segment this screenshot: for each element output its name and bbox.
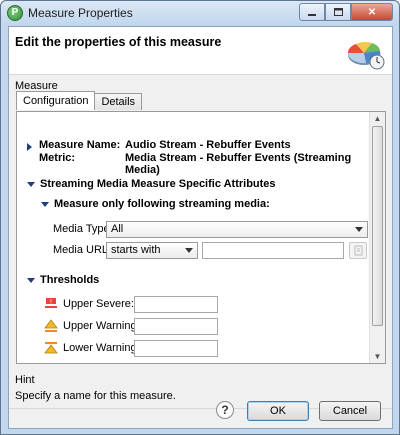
help-button[interactable]: ?: [216, 401, 234, 419]
close-icon: ✕: [367, 6, 377, 18]
expand-arrow-icon: [27, 143, 32, 151]
chevron-down-icon: [355, 227, 363, 232]
severe-icon: !: [45, 298, 57, 308]
section-thresholds-title: Thresholds: [40, 274, 100, 286]
tab-bar: Configuration Details: [16, 91, 143, 110]
scroll-up-arrow-icon[interactable]: ▲: [373, 114, 382, 123]
tab-details[interactable]: Details: [94, 93, 143, 110]
media-type-value: All: [111, 223, 124, 235]
measure-name-value: Audio Stream - Rebuffer Events: [125, 139, 291, 151]
metric-label: Metric:: [39, 152, 76, 164]
title-bar[interactable]: P Measure Properties ✕: [1, 1, 399, 25]
minimize-icon: [308, 14, 316, 16]
upper-warning-input[interactable]: [134, 318, 218, 335]
cancel-button[interactable]: Cancel: [319, 401, 381, 421]
app-icon: P: [7, 5, 23, 21]
ok-button[interactable]: OK: [247, 401, 309, 421]
scroll-content: Measure Name: Audio Stream - Rebuffer Ev…: [17, 112, 369, 363]
summary-collapse-toggle[interactable]: [27, 143, 32, 151]
measure-name-label: Measure Name:: [39, 139, 121, 151]
metric-value: Media Stream - Rebuffer Events (Streamin…: [125, 152, 352, 176]
scroll-down-arrow-icon[interactable]: ▼: [373, 352, 382, 361]
maximize-icon: [333, 8, 343, 16]
media-type-select[interactable]: All: [106, 221, 368, 238]
dialog-header: Edit the properties of this measure: [9, 27, 392, 75]
section-thresholds[interactable]: Thresholds: [27, 274, 99, 286]
configuration-panel: Measure Name: Audio Stream - Rebuffer Ev…: [16, 111, 386, 364]
warning-icon: [44, 319, 58, 332]
dialog-client-area: Edit the properties of this measure Meas…: [8, 26, 393, 429]
media-url-input[interactable]: [202, 242, 344, 259]
edit-icon: [354, 245, 363, 256]
window-controls: ✕: [299, 3, 393, 21]
collapse-arrow-icon: [27, 181, 35, 187]
upper-severe-label: Upper Severe:: [63, 298, 134, 310]
section-specific-attributes[interactable]: Streaming Media Measure Specific Attribu…: [27, 178, 276, 190]
svg-text:!: !: [50, 299, 52, 306]
collapse-arrow-icon: [27, 277, 35, 283]
maximize-button[interactable]: [325, 3, 351, 21]
header-title: Edit the properties of this measure: [15, 35, 222, 49]
media-url-operator-value: starts with: [111, 244, 161, 256]
chevron-down-icon: [185, 248, 193, 253]
media-type-label: Media Type: [53, 223, 110, 235]
dialog-window: P Measure Properties ✕ Edit the properti…: [0, 0, 400, 435]
upper-severe-input[interactable]: [134, 296, 218, 313]
section-only-following[interactable]: Measure only following streaming media:: [41, 198, 270, 210]
lower-warning-label: Lower Warning:: [63, 342, 140, 354]
section-specific-title: Streaming Media Measure Specific Attribu…: [40, 178, 276, 190]
tab-configuration[interactable]: Configuration: [16, 91, 96, 110]
measure-chart-icon: [347, 42, 385, 70]
minimize-button[interactable]: [299, 3, 325, 21]
lower-warning-icon: [44, 342, 58, 354]
section-only-following-title: Measure only following streaming media:: [54, 198, 270, 210]
upper-warning-label: Upper Warning:: [63, 320, 140, 332]
scrollbar-thumb[interactable]: [372, 126, 383, 326]
hint-text: Specify a name for this measure.: [15, 390, 176, 402]
media-url-operator-select[interactable]: starts with: [106, 242, 198, 259]
media-url-label: Media URL:: [53, 244, 112, 256]
hint-title: Hint: [15, 374, 35, 386]
window-title: Measure Properties: [28, 6, 133, 20]
close-button[interactable]: ✕: [351, 3, 393, 21]
media-url-edit-button[interactable]: [349, 242, 367, 259]
collapse-arrow-icon: [41, 201, 49, 207]
lower-warning-input[interactable]: [134, 340, 218, 357]
vertical-scrollbar[interactable]: ▲ ▼: [369, 112, 385, 363]
